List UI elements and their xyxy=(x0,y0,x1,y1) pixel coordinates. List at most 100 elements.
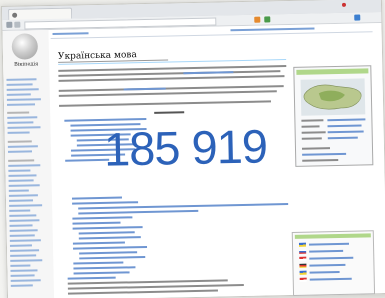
extension-icon[interactable] xyxy=(254,16,261,23)
inline-link[interactable] xyxy=(123,87,166,91)
sidebar-link[interactable] xyxy=(9,234,35,237)
infobox-header xyxy=(296,68,369,75)
toc-item[interactable] xyxy=(79,256,146,260)
sidebar-link[interactable] xyxy=(10,269,38,272)
infobox-label xyxy=(301,125,320,128)
toc-item[interactable] xyxy=(79,251,138,255)
sidebar-link[interactable] xyxy=(9,239,41,242)
toc-item[interactable] xyxy=(73,246,148,250)
language-box-header xyxy=(294,233,371,239)
flag-icon xyxy=(299,263,307,268)
sidebar-link[interactable] xyxy=(7,145,38,148)
forward-icon[interactable] xyxy=(14,21,21,28)
infobox-value[interactable] xyxy=(327,130,364,134)
toc-item[interactable] xyxy=(67,276,116,280)
infobox-label xyxy=(301,147,331,150)
view-tabs[interactable] xyxy=(230,27,315,32)
toc-item[interactable] xyxy=(73,261,124,265)
wikipedia-globe-logo-icon[interactable] xyxy=(11,33,39,60)
toc-item[interactable] xyxy=(72,226,143,230)
flag-icon xyxy=(299,277,307,282)
sidebar-link[interactable] xyxy=(10,249,40,252)
sidebar-link[interactable] xyxy=(6,83,33,86)
text-line xyxy=(67,289,218,295)
sidebar-link[interactable] xyxy=(8,179,34,182)
sidebar-link[interactable] xyxy=(10,279,41,282)
distribution-map-shape xyxy=(303,84,362,110)
distribution-map[interactable] xyxy=(300,78,366,116)
flag-icon xyxy=(299,256,307,261)
infobox-label xyxy=(301,131,326,134)
sidebar-link[interactable] xyxy=(10,259,43,262)
sidebar-link[interactable] xyxy=(10,284,33,287)
sidebar-link[interactable] xyxy=(9,209,31,212)
sidebar-link[interactable] xyxy=(7,116,38,119)
sidebar-link[interactable] xyxy=(6,93,31,96)
namespace-tabs[interactable] xyxy=(52,32,89,35)
language-link[interactable] xyxy=(309,270,340,274)
toc-item[interactable] xyxy=(65,158,110,162)
sidebar-link[interactable] xyxy=(6,103,36,106)
toc-item[interactable] xyxy=(71,196,123,200)
sidebar-link[interactable] xyxy=(10,264,31,267)
sidebar-link[interactable] xyxy=(10,254,37,257)
sidebar-link[interactable] xyxy=(9,219,40,222)
language-box xyxy=(291,230,376,296)
extension-icon[interactable] xyxy=(264,16,271,23)
toc-heading xyxy=(154,111,185,114)
sidebar-link[interactable] xyxy=(9,214,37,217)
infobox-label xyxy=(301,119,324,122)
menu-icon[interactable] xyxy=(354,14,361,21)
language-link[interactable] xyxy=(309,249,344,253)
sidebar-link[interactable] xyxy=(8,194,38,197)
back-icon[interactable] xyxy=(6,21,13,28)
sidebar-link[interactable] xyxy=(8,174,37,177)
ukraine-flag-icon xyxy=(298,242,307,247)
toc-item[interactable] xyxy=(78,209,199,215)
text-line xyxy=(59,100,272,107)
toc-item[interactable] xyxy=(72,216,133,220)
sidebar-link[interactable] xyxy=(6,98,41,101)
infobox-value[interactable] xyxy=(302,152,347,156)
language-link[interactable] xyxy=(308,242,350,246)
toc-item[interactable] xyxy=(78,236,141,240)
toc-item[interactable] xyxy=(72,241,125,245)
inline-link[interactable] xyxy=(183,71,234,75)
photo-of-monitor: Вікіпедія Українська мова 185 919 xyxy=(0,0,385,298)
text-line xyxy=(58,90,277,97)
toc-item[interactable] xyxy=(72,201,139,205)
logo-wordmark: Вікіпедія xyxy=(14,61,39,68)
sidebar-link[interactable] xyxy=(9,244,32,247)
close-window-icon[interactable] xyxy=(341,2,347,7)
toc-item[interactable] xyxy=(73,266,136,270)
sidebar-link[interactable] xyxy=(8,184,40,187)
sidebar-link[interactable] xyxy=(8,189,29,192)
sidebar-link[interactable] xyxy=(7,150,33,153)
sidebar-link[interactable] xyxy=(6,78,37,81)
toc-item[interactable] xyxy=(72,221,121,225)
infobox-label xyxy=(302,158,339,162)
infobox-value[interactable] xyxy=(327,118,366,122)
sidebar-link[interactable] xyxy=(7,126,41,129)
sidebar-link[interactable] xyxy=(7,131,30,134)
toc-item[interactable] xyxy=(78,203,289,210)
sidebar-link[interactable] xyxy=(9,229,38,232)
language-link[interactable] xyxy=(309,277,352,281)
sidebar-link[interactable] xyxy=(7,121,34,124)
toc-item[interactable] xyxy=(73,271,130,275)
infobox-value[interactable] xyxy=(327,136,358,140)
article-count-overlay: 185 919 xyxy=(103,119,268,176)
toc-item[interactable] xyxy=(78,231,135,235)
language-link[interactable] xyxy=(309,263,346,267)
sidebar-link[interactable] xyxy=(10,274,35,277)
sidebar-section-heading xyxy=(7,111,30,114)
sidebar-link[interactable] xyxy=(6,88,39,91)
sidebar-link[interactable] xyxy=(9,199,34,202)
infobox-value[interactable] xyxy=(327,124,362,128)
sidebar-link[interactable] xyxy=(9,224,33,227)
sidebar-section-heading xyxy=(7,140,32,143)
sidebar-link[interactable] xyxy=(8,164,41,167)
sidebar-link[interactable] xyxy=(8,169,31,172)
sidebar-link[interactable] xyxy=(9,204,43,207)
language-link[interactable] xyxy=(309,256,354,260)
